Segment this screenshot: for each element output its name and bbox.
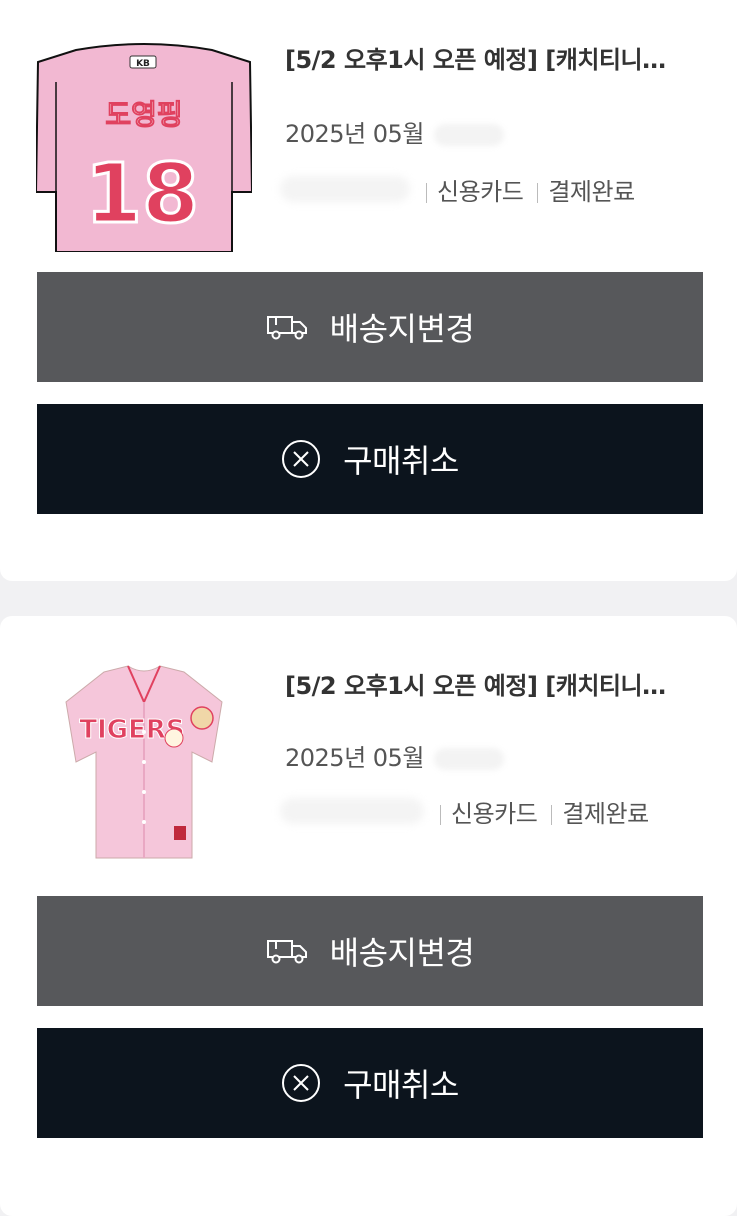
cancel-purchase-button[interactable]: 구매취소 — [37, 1028, 703, 1138]
payment-info: 신용카드 결제완료 — [412, 172, 635, 207]
truck-icon — [266, 937, 308, 965]
product-thumbnail-back-jersey[interactable]: KB 도영핑 18 — [36, 42, 252, 252]
payment-method: 신용카드 — [437, 178, 524, 206]
order-date: 2025년 05월 — [285, 114, 504, 149]
order-card: TIGERS [5/2 오후1시 오픈 예정] [캐치티니… 2025년 05월… — [0, 616, 737, 1216]
payment-method: 신용카드 — [451, 800, 538, 828]
jersey-back-image: KB 도영핑 18 — [36, 43, 252, 252]
divider — [440, 805, 441, 825]
order-card: KB 도영핑 18 [5/2 오후1시 오픈 예정] [캐치티니… 2025년 … — [0, 0, 737, 581]
product-title[interactable]: [5/2 오후1시 오픈 예정] [캐치티니… — [285, 666, 705, 701]
payment-status: 결제완료 — [548, 178, 635, 206]
cancel-purchase-label: 구매취소 — [343, 1066, 459, 1104]
change-shipping-address-label: 배송지변경 — [329, 310, 475, 348]
redacted-price — [280, 798, 424, 824]
circle-x-icon — [281, 439, 321, 479]
redacted-date — [433, 124, 504, 146]
jersey-number: 18 — [85, 147, 199, 242]
change-shipping-address-button[interactable]: 배송지변경 — [37, 896, 703, 1006]
divider — [551, 805, 553, 825]
jersey-front-image: TIGERS — [65, 665, 223, 859]
divider — [426, 183, 427, 203]
payment-status: 결제완료 — [562, 800, 649, 828]
payment-info: 신용카드 결제완료 — [426, 794, 649, 829]
order-date-text: 2025년 05월 — [285, 744, 424, 772]
truck-icon — [266, 313, 308, 341]
order-date: 2025년 05월 — [285, 738, 504, 773]
change-shipping-address-label: 배송지변경 — [329, 934, 475, 972]
change-shipping-address-button[interactable]: 배송지변경 — [37, 272, 703, 382]
svg-text:KB: KB — [136, 59, 150, 69]
order-date-text: 2025년 05월 — [285, 120, 424, 148]
cancel-purchase-label: 구매취소 — [343, 442, 459, 480]
jersey-player-name: 도영핑 — [105, 98, 182, 131]
divider — [537, 183, 539, 203]
redacted-price — [280, 176, 410, 202]
redacted-date — [433, 748, 504, 770]
cancel-purchase-button[interactable]: 구매취소 — [37, 404, 703, 514]
circle-x-icon — [281, 1063, 321, 1103]
product-title[interactable]: [5/2 오후1시 오픈 예정] [캐치티니… — [285, 40, 705, 75]
product-thumbnail-front-jersey[interactable]: TIGERS — [36, 662, 252, 872]
